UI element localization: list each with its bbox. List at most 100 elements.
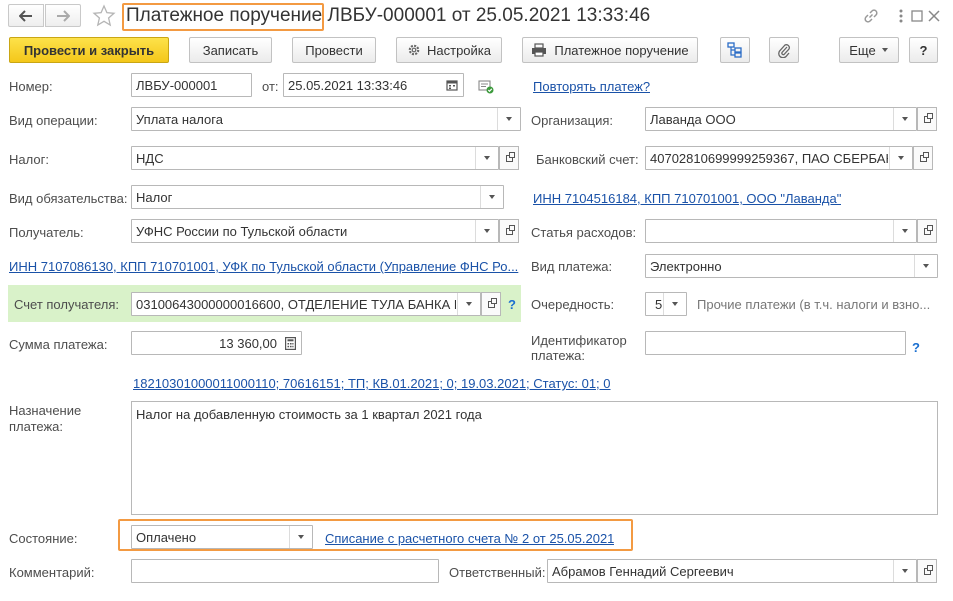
document-status-icon: [478, 80, 494, 94]
amount-label: Сумма платежа:: [9, 337, 108, 352]
more-menu-button[interactable]: [894, 7, 908, 25]
open-window-icon: [505, 224, 515, 235]
chevron-down-icon[interactable]: [497, 108, 520, 130]
print-payment-order-button[interactable]: Платежное поручение: [522, 37, 698, 63]
expense-item-label: Статья расходов:: [531, 225, 637, 240]
bank-account-label: Банковский счет:: [536, 152, 639, 167]
state-select[interactable]: Оплачено: [131, 525, 313, 549]
repeat-payment-link[interactable]: Повторять платеж?: [533, 79, 650, 94]
organization-inn-link[interactable]: ИНН 7104516184, КПП 710701001, ООО "Лава…: [533, 191, 841, 206]
purpose-textarea[interactable]: Налог на добавленную стоимость за 1 квар…: [131, 401, 938, 515]
close-button[interactable]: [926, 7, 942, 25]
tax-field[interactable]: НДС: [131, 146, 499, 170]
help-button[interactable]: ?: [909, 37, 938, 63]
organization-open-button[interactable]: [917, 107, 937, 131]
settings-button[interactable]: Настройка: [396, 37, 502, 63]
bank-account-field[interactable]: 40702810699999259367, ПАО СБЕРБАНК: [645, 146, 913, 170]
operation-select[interactable]: Уплата налога: [131, 107, 521, 131]
chevron-down-icon[interactable]: [663, 293, 686, 315]
page-title-doc-type: Платежное поручение: [126, 5, 323, 26]
writeoff-document-link[interactable]: Списание с расчетного счета № 2 от 25.05…: [325, 531, 614, 546]
recipient-account-open-button[interactable]: [481, 292, 501, 316]
payment-type-select[interactable]: Электронно: [645, 254, 938, 278]
arrow-left-icon: [19, 9, 32, 22]
priority-select[interactable]: 5: [645, 292, 687, 316]
chevron-down-icon[interactable]: [475, 220, 498, 242]
print-button-label: Платежное поручение: [554, 42, 689, 58]
tax-open-button[interactable]: [499, 146, 519, 170]
open-window-icon: [487, 297, 497, 308]
link-button[interactable]: [862, 7, 880, 25]
calendar-icon: [446, 80, 458, 91]
number-field[interactable]: ЛВБУ-000001: [131, 73, 252, 97]
identifier-field[interactable]: [645, 331, 906, 355]
comment-label: Комментарий:: [9, 565, 95, 580]
comment-field[interactable]: [131, 559, 439, 583]
responsible-field[interactable]: Абрамов Геннадий Сергеевич: [547, 559, 917, 583]
amount-field[interactable]: 13 360,00: [131, 331, 302, 355]
payment-type-label: Вид платежа:: [531, 259, 613, 274]
post-button[interactable]: Провести: [292, 37, 376, 63]
post-and-close-button[interactable]: Провести и закрыть: [9, 37, 169, 63]
history-button[interactable]: [477, 77, 495, 95]
open-window-icon: [919, 151, 929, 162]
responsible-open-button[interactable]: [917, 559, 937, 583]
bank-account-open-button[interactable]: [913, 146, 933, 170]
chevron-down-icon[interactable]: [480, 186, 503, 208]
chevron-down-icon[interactable]: [893, 220, 916, 242]
calendar-button[interactable]: [441, 74, 463, 96]
open-window-icon: [923, 224, 933, 235]
state-label: Состояние:: [9, 531, 78, 546]
page-title: Платежное поручение ЛВБУ-000001 от 25.05…: [126, 5, 650, 27]
close-icon: [928, 10, 940, 22]
recipient-account-help-icon[interactable]: ?: [508, 297, 516, 312]
maximize-button[interactable]: [910, 7, 924, 25]
tax-label: Налог:: [9, 152, 49, 167]
chevron-down-icon[interactable]: [289, 526, 312, 548]
obligation-select[interactable]: Налог: [131, 185, 504, 209]
chevron-down-icon[interactable]: [893, 108, 916, 130]
more-button[interactable]: Еще: [839, 37, 899, 63]
expense-item-open-button[interactable]: [917, 219, 937, 243]
date-label: от:: [262, 79, 279, 94]
star-icon: [92, 4, 116, 27]
page-title-doc-number: ЛВБУ-000001 от 25.05.2021 13:33:46: [327, 5, 651, 26]
chevron-down-icon[interactable]: [889, 147, 912, 169]
save-button[interactable]: Записать: [189, 37, 272, 63]
forward-button[interactable]: [45, 4, 81, 27]
recipient-open-button[interactable]: [499, 219, 519, 243]
organization-field[interactable]: Лаванда ООО: [645, 107, 917, 131]
printer-icon: [532, 43, 547, 57]
priority-description: Прочие платежи (в т.ч. налоги и взно...: [697, 297, 931, 312]
open-window-icon: [923, 564, 933, 575]
favorite-button[interactable]: [92, 4, 116, 28]
payment-details-link[interactable]: 18210301000011000110; 70616151; ТП; КВ.0…: [133, 376, 611, 391]
more-vertical-icon: [899, 9, 903, 23]
chevron-down-icon[interactable]: [457, 293, 480, 315]
chevron-down-icon[interactable]: [914, 255, 937, 277]
recipient-field[interactable]: УФНС России по Тульской области: [131, 219, 499, 243]
number-label: Номер:: [9, 79, 53, 94]
date-field[interactable]: 25.05.2021 13:33:46: [283, 73, 464, 97]
recipient-inn-link[interactable]: ИНН 7107086130, КПП 710701001, УФК по Ту…: [9, 259, 521, 274]
expense-item-field[interactable]: [645, 219, 917, 243]
attach-button[interactable]: [769, 37, 799, 63]
organization-label: Организация:: [531, 113, 614, 128]
recipient-label: Получатель:: [9, 225, 84, 240]
structure-button[interactable]: [720, 37, 750, 63]
chevron-down-icon[interactable]: [475, 147, 498, 169]
identifier-help-icon[interactable]: ?: [912, 340, 920, 355]
recipient-account-field[interactable]: 03100643000000016600, ОТДЕЛЕНИЕ ТУЛА БАН…: [131, 292, 481, 316]
chevron-down-icon: [881, 48, 888, 52]
link-icon: [864, 9, 878, 23]
paperclip-icon: [778, 44, 790, 58]
priority-label: Очередность:: [531, 297, 615, 312]
chevron-down-icon[interactable]: [893, 560, 916, 582]
back-button[interactable]: [8, 4, 44, 27]
responsible-label: Ответственный:: [449, 565, 546, 580]
recipient-account-label: Счет получателя:: [14, 297, 120, 312]
arrow-right-icon: [57, 9, 70, 22]
calculator-button[interactable]: [279, 332, 301, 354]
hierarchy-icon: [727, 42, 742, 58]
obligation-label: Вид обязательства:: [9, 191, 128, 206]
